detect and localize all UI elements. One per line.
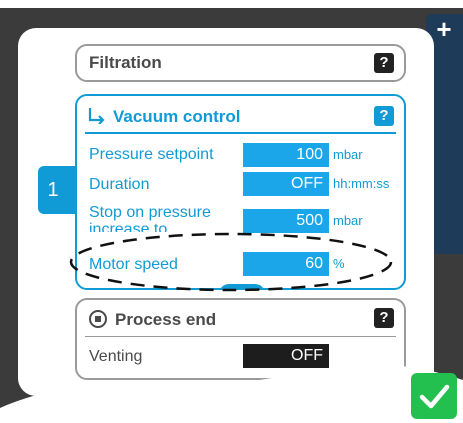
vacuum-control-help-button[interactable]: ? bbox=[374, 106, 394, 126]
filtration-help-button[interactable]: ? bbox=[374, 53, 394, 73]
screen: + 1 Filtration ? Vacuum control ? Pressu… bbox=[0, 0, 463, 423]
divider bbox=[85, 336, 396, 337]
pressure-setpoint-unit: mbar bbox=[333, 147, 363, 162]
stop-on-pressure-unit: mbar bbox=[333, 213, 363, 228]
pressure-setpoint-label: Pressure setpoint bbox=[89, 146, 214, 163]
process-end-title: Process end bbox=[115, 310, 217, 329]
stop-on-pressure-label: Stop on pressure increase to bbox=[89, 204, 211, 232]
vacuum-control-title: Vacuum control bbox=[113, 107, 241, 126]
step-tab[interactable]: 1 bbox=[38, 166, 80, 214]
motor-speed-unit: % bbox=[333, 256, 345, 271]
process-end-panel: Process end ? Venting OFF bbox=[75, 298, 406, 380]
filtration-title: Filtration bbox=[89, 53, 162, 72]
stop-circle-icon bbox=[89, 310, 107, 328]
vacuum-control-panel: Vacuum control ? Pressure setpoint 100 m… bbox=[75, 94, 406, 290]
stop-on-pressure-field[interactable]: 500 bbox=[243, 209, 329, 233]
vacuum-arrow-icon bbox=[88, 108, 105, 124]
add-icon[interactable]: + bbox=[432, 16, 456, 42]
divider bbox=[85, 132, 396, 134]
motor-speed-label: Motor speed bbox=[89, 256, 178, 273]
venting-field[interactable]: OFF bbox=[243, 344, 329, 368]
duration-unit: hh:mm:ss bbox=[333, 176, 390, 191]
venting-label: Venting bbox=[89, 348, 143, 365]
vacuum-control-header: Vacuum control bbox=[87, 106, 241, 130]
pressure-setpoint-field[interactable]: 100 bbox=[243, 143, 329, 167]
confirm-button[interactable] bbox=[411, 373, 457, 419]
motor-speed-field[interactable]: 60 bbox=[243, 252, 329, 276]
duration-label: Duration bbox=[89, 176, 150, 193]
process-end-header: Process end bbox=[89, 310, 216, 330]
checkmark-icon bbox=[419, 384, 450, 409]
process-end-help-button[interactable]: ? bbox=[374, 308, 394, 328]
duration-field[interactable]: OFF bbox=[243, 172, 329, 196]
scroll-tab bbox=[219, 284, 265, 288]
filtration-panel[interactable]: Filtration ? bbox=[75, 44, 406, 82]
